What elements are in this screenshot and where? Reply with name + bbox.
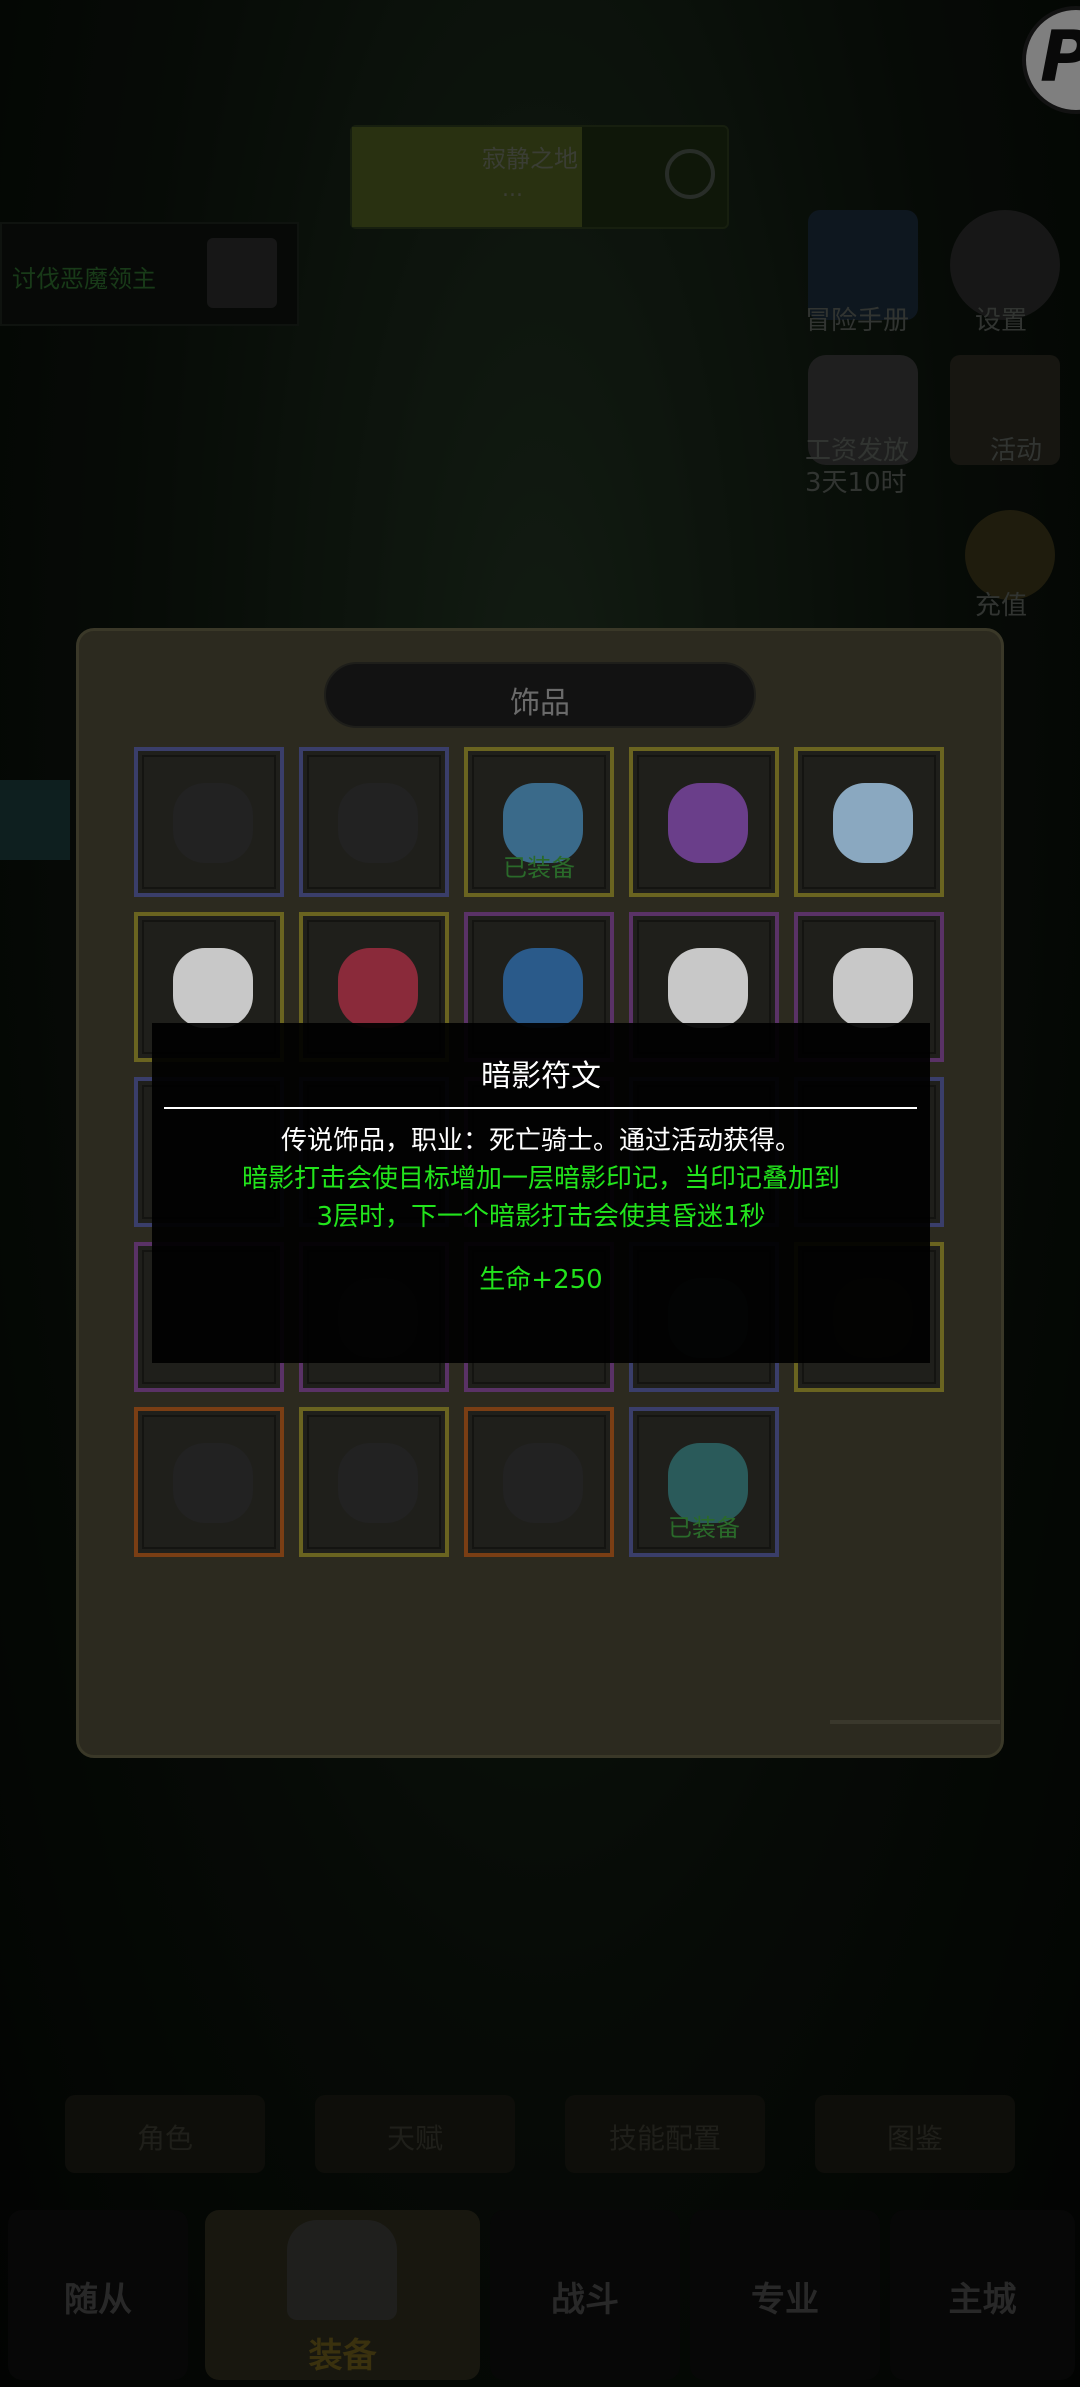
accessory-item-icon xyxy=(503,1443,583,1523)
accessory-item-icon xyxy=(668,948,748,1028)
accessory-slot[interactable]: 已装备 xyxy=(629,1407,779,1557)
accessory-item-icon xyxy=(338,783,418,863)
accessory-slot[interactable] xyxy=(629,747,779,897)
panel-title: 饰品 xyxy=(510,686,570,721)
equipped-label: 已装备 xyxy=(668,1514,740,1542)
tooltip-stat: 生命+250 xyxy=(479,1265,603,1295)
accessory-slot[interactable] xyxy=(299,1407,449,1557)
equipped-label: 已装备 xyxy=(503,854,575,882)
tooltip-effect: 暗影打击会使目标增加一层暗影印记，当印记叠加到 3层时，下一个暗影打击会使其昏迷… xyxy=(162,1160,920,1236)
tooltip-divider xyxy=(164,1107,917,1109)
accessory-slot[interactable] xyxy=(794,747,944,897)
accessory-slot[interactable] xyxy=(464,1407,614,1557)
panel-title-bar: 饰品 xyxy=(324,662,756,728)
accessory-item-icon xyxy=(503,948,583,1028)
tooltip-title: 暗影符文 xyxy=(481,1059,601,1094)
tooltip-effect-line2: 3层时，下一个暗影打击会使其昏迷1秒 xyxy=(316,1202,766,1232)
tooltip-description: 传说饰品，职业：死亡骑士。通过活动获得。 xyxy=(280,1126,801,1156)
accessory-slot[interactable] xyxy=(299,747,449,897)
accessory-item-icon xyxy=(173,948,253,1028)
accessory-item-icon xyxy=(338,948,418,1028)
accessory-item-icon xyxy=(833,948,913,1028)
accessory-item-icon xyxy=(833,783,913,863)
accessory-slot[interactable] xyxy=(134,1407,284,1557)
item-tooltip: 暗影符文 传说饰品，职业：死亡骑士。通过活动获得。 暗影打击会使目标增加一层暗影… xyxy=(152,1023,930,1363)
accessory-slot[interactable] xyxy=(134,747,284,897)
panel-divider xyxy=(830,1720,1000,1724)
accessory-item-icon xyxy=(668,783,748,863)
accessory-item-icon xyxy=(338,1443,418,1523)
tooltip-effect-line1: 暗影打击会使目标增加一层暗影印记，当印记叠加到 xyxy=(241,1164,840,1194)
accessory-slot[interactable]: 已装备 xyxy=(464,747,614,897)
accessory-item-icon xyxy=(173,1443,253,1523)
accessory-item-icon xyxy=(173,783,253,863)
